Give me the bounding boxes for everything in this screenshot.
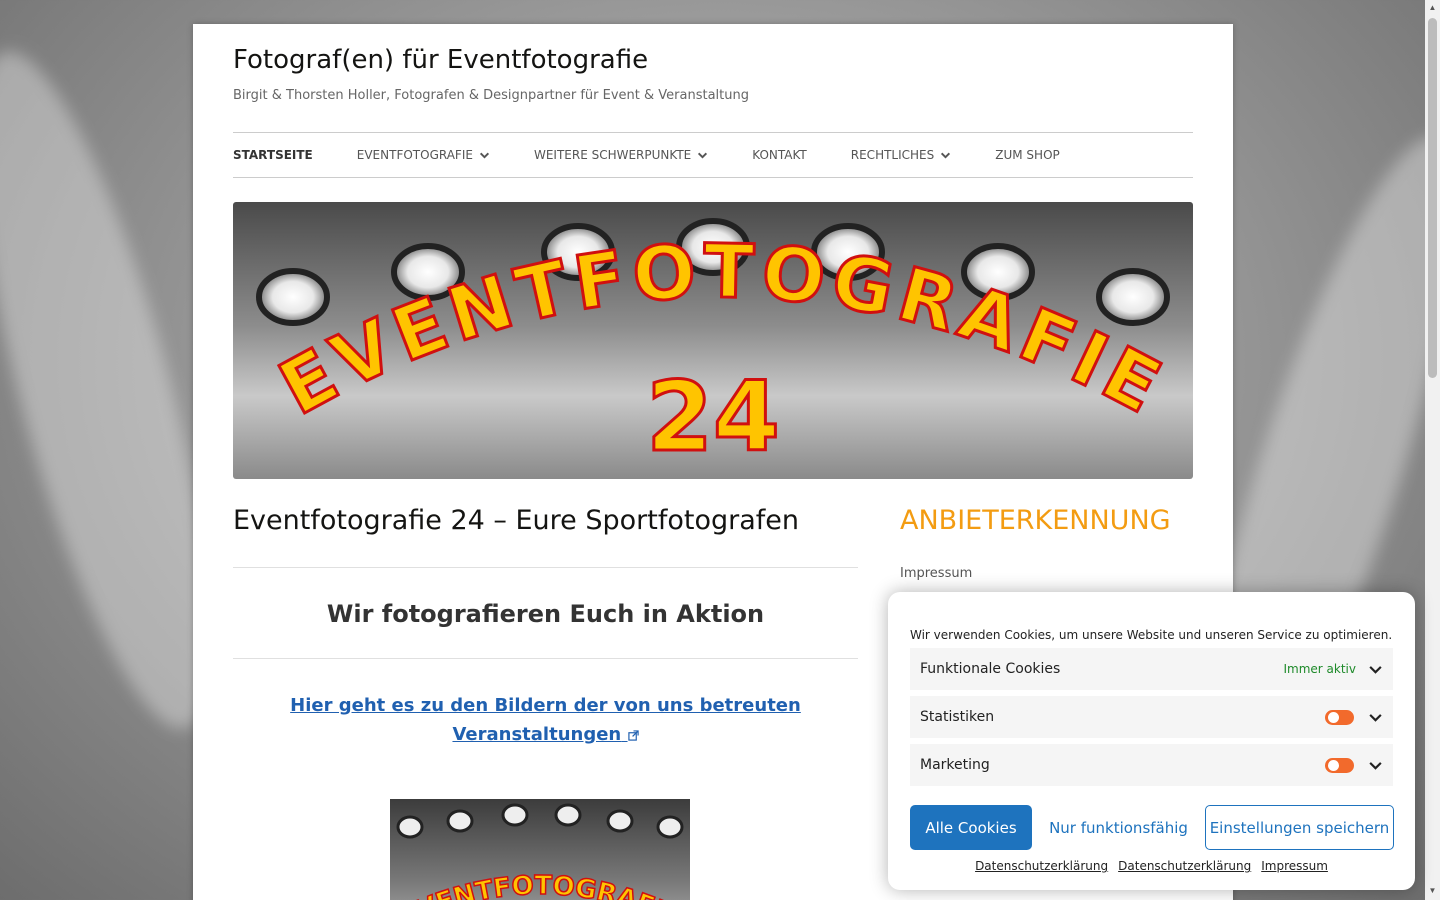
save-settings-button[interactable]: Einstellungen speichern	[1205, 805, 1394, 850]
divider	[233, 658, 858, 659]
cookie-category-label: Statistiken	[920, 709, 995, 725]
site-title[interactable]: Fotograf(en) für Eventfotografie	[233, 45, 648, 75]
entry-subtitle: Wir fotografieren Euch in Aktion	[326, 600, 765, 628]
banner-logo: EVENTFOTOGRAFIE 24	[256, 218, 1174, 475]
nav-item-weitere-schwerpunkte[interactable]: Weitere Schwerpunkte	[534, 148, 708, 162]
widget-title: Anbieterkennung	[900, 505, 1171, 536]
cookie-category-label: Funktionale Cookies	[920, 661, 1061, 677]
cookie-category-statistics[interactable]: Statistiken	[910, 696, 1393, 738]
chevron-down-icon[interactable]	[1368, 758, 1383, 773]
events-gallery-link[interactable]: Hier geht es zu den Bildern der von uns …	[233, 691, 858, 749]
accept-all-cookies-button[interactable]: Alle Cookies	[910, 805, 1032, 850]
chevron-down-icon	[698, 152, 708, 159]
nav-item-rechtliches[interactable]: Rechtliches	[851, 148, 951, 162]
cookie-consent-banner: Wir verwenden Cookies, um unsere Website…	[888, 592, 1415, 890]
entry-title: Eventfotografie 24 – Eure Sportfotografe…	[233, 505, 799, 536]
statistics-toggle[interactable]	[1325, 709, 1354, 725]
nav-label: Zum Shop	[995, 148, 1060, 162]
cookie-category-functional[interactable]: Funktionale Cookies Immer aktiv	[910, 648, 1393, 690]
imprint-link[interactable]: Impressum	[1261, 859, 1328, 873]
site-description: Birgit & Thorsten Holler, Fotografen & D…	[233, 88, 749, 103]
preview-logo-text: EVENTFOTOGRAFIE	[394, 870, 686, 900]
nav-label: Kontakt	[752, 148, 807, 162]
always-active-badge: Immer aktiv	[1283, 662, 1357, 676]
chevron-down-icon	[479, 152, 490, 159]
sidebar: Anbieterkennung Impressum	[900, 505, 1193, 581]
scroll-down-icon[interactable]: ▼	[1428, 886, 1437, 896]
functional-only-button[interactable]: Nur funktionsfähig	[1042, 805, 1195, 850]
cookie-footer-links: Datenschutzerklärung Datenschutzerklärun…	[888, 859, 1415, 873]
cookie-category-marketing[interactable]: Marketing	[910, 744, 1393, 786]
chevron-down-icon	[941, 152, 951, 159]
nav-label: Weitere Schwerpunkte	[533, 148, 692, 162]
header-banner-image[interactable]: EVENTFOTOGRAFIE 24	[233, 202, 1193, 479]
nav-item-eventfotografie[interactable]: Eventfotografie	[357, 148, 490, 162]
cookie-message: Wir verwenden Cookies, um unsere Website…	[910, 628, 1393, 642]
scrollbar[interactable]: ▲ ▼	[1425, 0, 1440, 900]
chevron-down-icon[interactable]	[1368, 662, 1383, 677]
cookie-category-label: Marketing	[920, 757, 990, 773]
external-link-icon	[627, 729, 639, 741]
nav-item-kontakt[interactable]: Kontakt	[752, 148, 807, 162]
banner-logo-number: 24	[646, 361, 780, 473]
nav-label: Eventfotografie	[356, 148, 473, 162]
sidebar-link-impressum[interactable]: Impressum	[900, 566, 1193, 581]
marketing-toggle[interactable]	[1325, 757, 1354, 773]
privacy-policy-link[interactable]: Datenschutzerklärung	[975, 859, 1108, 873]
preview-image[interactable]: EVENTFOTOGRAFIE	[390, 799, 690, 900]
main-navigation: Startseite Eventfotografie Weitere Schwe…	[233, 132, 1193, 178]
scroll-up-icon[interactable]: ▲	[1428, 3, 1437, 13]
nav-label: Rechtliches	[850, 148, 935, 162]
chevron-down-icon[interactable]	[1368, 710, 1383, 725]
events-gallery-link-text: Hier geht es zu den Bildern der von uns …	[290, 695, 801, 745]
scrollbar-thumb[interactable]	[1428, 18, 1437, 378]
svg-text:EVENTFOTOGRAFIE: EVENTFOTOGRAFIE	[395, 871, 685, 900]
nav-label: Startseite	[233, 148, 313, 162]
privacy-policy-link[interactable]: Datenschutzerklärung	[1118, 859, 1251, 873]
preview-logo: EVENTFOTOGRAFIE	[394, 803, 686, 900]
main-content: Eventfotografie 24 – Eure Sportfotografe…	[233, 505, 858, 900]
nav-item-zum-shop[interactable]: Zum Shop	[995, 148, 1060, 162]
nav-item-startseite[interactable]: Startseite	[233, 148, 313, 162]
